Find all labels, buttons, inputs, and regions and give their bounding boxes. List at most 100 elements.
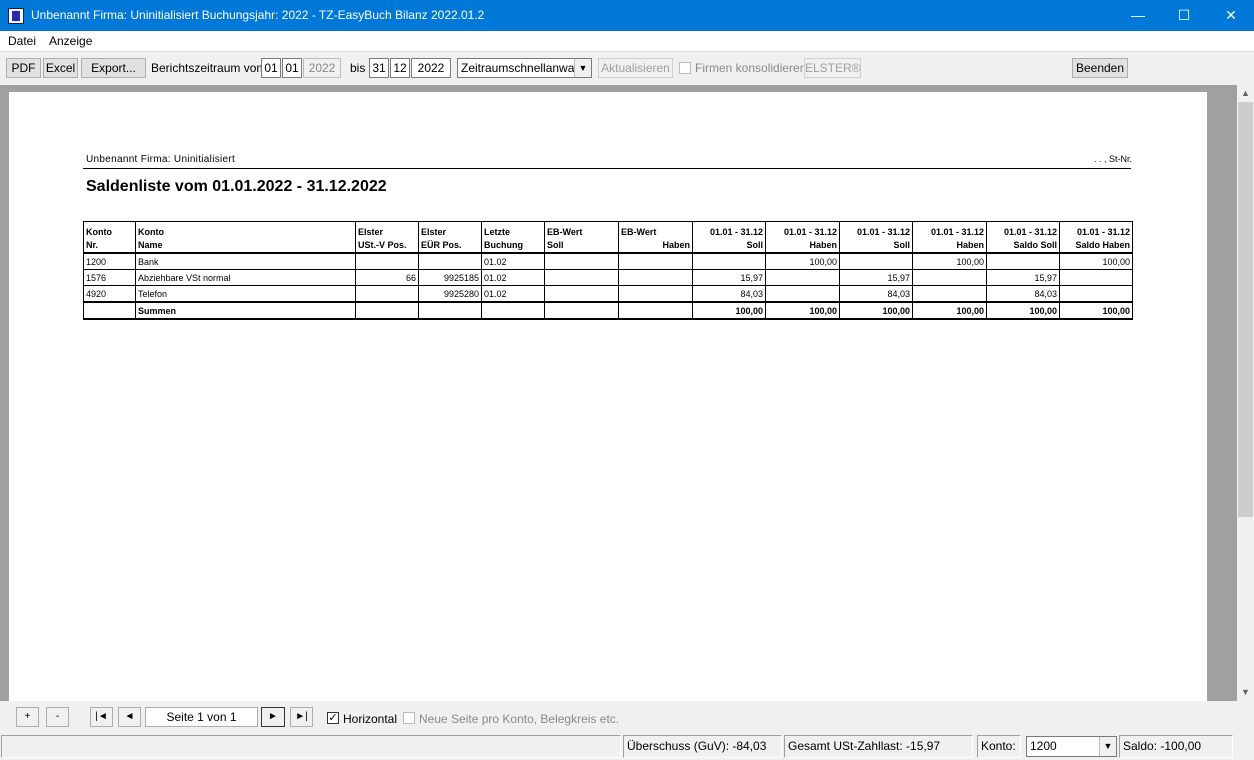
table-cell <box>355 252 419 270</box>
chevron-down-icon[interactable]: ▼ <box>574 59 591 77</box>
prev-page-button[interactable]: ◄ <box>118 707 141 727</box>
table-cell <box>986 252 1060 270</box>
table-cell: 100,00 <box>839 301 913 320</box>
menu-anzeige[interactable]: Anzeige <box>49 34 92 48</box>
close-button[interactable]: ✕ <box>1208 0 1254 31</box>
horizontal-checkbox[interactable]: ✓ <box>327 712 339 724</box>
table-cell: Elster <box>355 221 419 237</box>
to-year-field[interactable]: 2022 <box>411 58 451 78</box>
table-cell: 01.01 - 31.12 <box>839 221 913 237</box>
report-header-company: Unbenannt Firma: Uninitialisiert <box>86 154 236 165</box>
report-preview: Unbenannt Firma: Uninitialisiert . . , S… <box>0 85 1237 701</box>
menu-datei[interactable]: Datei <box>8 34 36 48</box>
table-cell: Buchung <box>481 237 545 254</box>
window-title: Unbenannt Firma: Uninitialisiert Buchung… <box>31 8 485 22</box>
table-cell <box>839 252 913 270</box>
table-cell: Letzte <box>481 221 545 237</box>
table-cell: 84,03 <box>692 285 766 303</box>
from-day-field[interactable]: 01 <box>261 58 281 78</box>
table-cell <box>618 252 693 270</box>
table-cell: 66 <box>355 269 419 286</box>
elster-button[interactable]: ELSTER® <box>804 58 861 78</box>
quick-select-dropdown[interactable]: Zeitraumschnellanwahl ▼ <box>457 58 592 78</box>
table-cell <box>692 252 766 270</box>
table-cell: Konto <box>135 221 356 237</box>
table-cell: Haben <box>765 237 840 254</box>
first-page-button[interactable]: |◄ <box>90 707 113 727</box>
table-header-row: Konto Konto Elster Elster Letzte EB-Wert EB-We… <box>83 221 1133 237</box>
from-month-field[interactable]: 01 <box>282 58 302 78</box>
table-cell: 1576 <box>83 269 136 286</box>
table-row: 1576 Abziehbare VSt normal 66 9925185 01.02 1… <box>83 269 1133 286</box>
minimize-button[interactable]: — <box>1115 0 1161 31</box>
table-cell: EB-Wert <box>618 221 693 237</box>
consolidate-checkbox[interactable] <box>679 62 691 74</box>
table-cell: 01.01 - 31.12 <box>986 221 1060 237</box>
table-cell: 100,00 <box>1059 252 1133 270</box>
table-cell: 15,97 <box>839 269 913 286</box>
vertical-scrollbar[interactable]: ▲ ▼ <box>1237 85 1254 701</box>
to-day-field[interactable]: 31 <box>369 58 389 78</box>
table-cell <box>912 285 987 303</box>
quick-select-value: Zeitraumschnellanwahl <box>461 61 584 75</box>
table-cell <box>355 301 419 320</box>
table-cell: Nr. <box>83 237 136 254</box>
page-indicator: Seite 1 von 1 <box>145 707 258 727</box>
scroll-up-icon[interactable]: ▲ <box>1237 85 1254 102</box>
table-cell: EB-Wert <box>544 221 619 237</box>
report-page: Unbenannt Firma: Uninitialisiert . . , S… <box>9 92 1207 701</box>
table-cell: Bank <box>135 252 356 270</box>
table-cell: 100,00 <box>986 301 1060 320</box>
period-label: Berichtszeitraum vom <box>151 61 267 75</box>
menu-bar: Datei Anzeige <box>0 31 1254 52</box>
refresh-button[interactable]: Aktualisieren <box>598 58 673 78</box>
table-row: 4920 Telefon 9925280 01.02 84,03 84,03 84,03 <box>83 285 1133 303</box>
table-cell: Soll <box>839 237 913 254</box>
table-cell: 01.01 - 31.12 <box>692 221 766 237</box>
table-cell: 01.01 - 31.12 <box>912 221 987 237</box>
table-cell <box>83 301 136 320</box>
konto-dropdown[interactable]: 1200 ▼ <box>1026 736 1117 757</box>
from-year-field[interactable]: 2022 <box>303 58 341 78</box>
status-vat: Gesamt USt-Zahllast: -15,97 <box>784 735 973 758</box>
table-cell <box>912 269 987 286</box>
status-bar: Überschuss (GuV): -84,03 Gesamt USt-Zahl… <box>0 734 1254 760</box>
scroll-thumb[interactable] <box>1238 102 1253 517</box>
table-cell <box>544 269 619 286</box>
table-cell: 01.02 <box>481 285 545 303</box>
table-cell: Name <box>135 237 356 254</box>
excel-button[interactable]: Excel <box>43 58 78 78</box>
to-month-field[interactable]: 12 <box>390 58 410 78</box>
table-cell <box>765 269 840 286</box>
zoom-out-button[interactable]: - <box>46 707 69 727</box>
report-title: Saldenliste vom 01.01.2022 - 31.12.2022 <box>86 178 387 195</box>
last-page-button[interactable]: ►| <box>290 707 313 727</box>
app-icon <box>8 8 24 24</box>
table-cell: Haben <box>912 237 987 254</box>
table-cell: 15,97 <box>692 269 766 286</box>
pdf-button[interactable]: PDF <box>6 58 41 78</box>
chevron-down-icon[interactable]: ▼ <box>1099 737 1116 756</box>
table-cell: Telefon <box>135 285 356 303</box>
table-header-row: Nr. Name USt.-V Pos. EÜR Pos. Buchung Soll Hab… <box>83 237 1133 254</box>
table-cell: 100,00 <box>765 252 840 270</box>
table-cell: EÜR Pos. <box>418 237 482 254</box>
table-cell: Soll <box>692 237 766 254</box>
table-cell: 9925280 <box>418 285 482 303</box>
table-cell <box>544 285 619 303</box>
toolbar: PDF Excel Export... Berichtszeitraum vom… <box>0 52 1254 84</box>
table-cell: 9925185 <box>418 269 482 286</box>
table-cell: Saldo Haben <box>1059 237 1133 254</box>
zoom-in-button[interactable]: + <box>16 707 39 727</box>
table-row: 1200 Bank 01.02 100,00 100,00 100,00 <box>83 252 1133 270</box>
quit-button[interactable]: Beenden <box>1072 58 1128 78</box>
table-cell <box>544 301 619 320</box>
new-page-checkbox[interactable] <box>403 712 415 724</box>
table-cell: 15,97 <box>986 269 1060 286</box>
status-konto-label: Konto: <box>977 735 1021 758</box>
export-button[interactable]: Export... <box>81 58 146 78</box>
next-page-button[interactable]: ► <box>261 707 285 727</box>
maximize-button[interactable]: ☐ <box>1161 0 1207 31</box>
report-header-divider <box>83 168 1131 169</box>
scroll-down-icon[interactable]: ▼ <box>1237 684 1254 701</box>
